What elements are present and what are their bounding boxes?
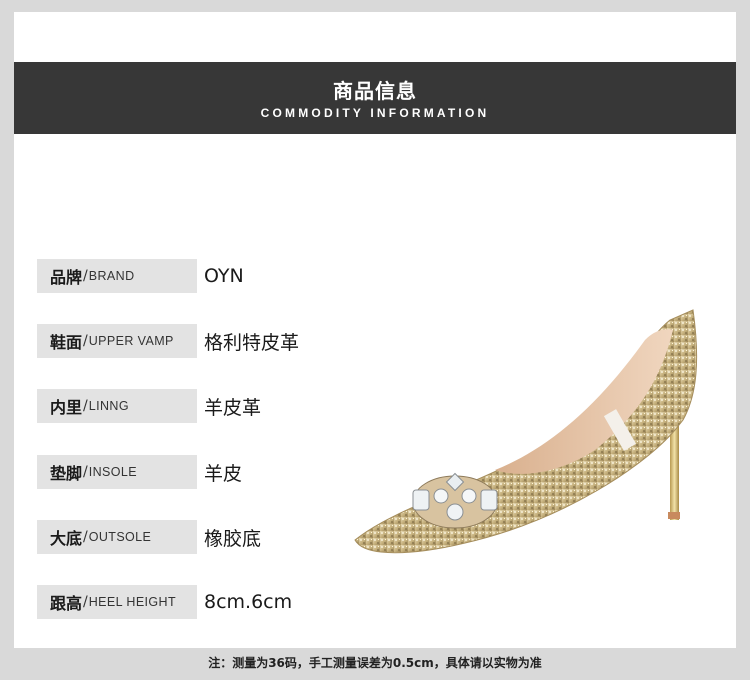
banner-title: 商品信息 xyxy=(333,79,417,103)
spec-label-en: INSOLE xyxy=(88,465,137,479)
spec-value: OYN xyxy=(204,265,244,287)
product-shoe-image xyxy=(354,309,698,554)
measurement-footnote: 注：测量为36码，手工测量误差为0.5cm，具体请以实物为准 xyxy=(208,656,542,670)
spec-label-en: OUTSOLE xyxy=(88,530,152,544)
spec-label-zh: 鞋面 xyxy=(50,333,83,352)
spec-row-brand: 品牌 / BRAND OYN xyxy=(37,259,457,293)
spec-label-zh: 品牌 xyxy=(50,268,83,287)
spec-label-zh: 内里 xyxy=(50,398,83,417)
label-separator: / xyxy=(83,594,88,610)
spec-label: 垫脚 / INSOLE xyxy=(37,455,197,489)
commodity-info-banner: 商品信息 COMMODITY INFORMATION xyxy=(14,62,736,134)
label-separator: / xyxy=(83,464,88,480)
spec-value: 8cm.6cm xyxy=(204,591,293,613)
label-separator: / xyxy=(83,333,88,349)
spec-value: 羊皮 xyxy=(204,462,243,485)
spec-label-en: UPPER VAMP xyxy=(88,334,174,348)
spec-label: 内里 / LINNG xyxy=(37,389,197,423)
spec-label: 鞋面 / UPPER VAMP xyxy=(37,324,197,358)
label-separator: / xyxy=(83,398,88,414)
spec-value: 橡胶底 xyxy=(204,527,262,550)
spec-label: 大底 / OUTSOLE xyxy=(37,520,197,554)
banner-subtitle: COMMODITY INFORMATION xyxy=(260,106,490,120)
spec-value: 格利特皮革 xyxy=(204,331,300,354)
spec-label-en: LINNG xyxy=(88,399,129,413)
spec-label-zh: 大底 xyxy=(50,529,83,548)
label-separator: / xyxy=(83,529,88,545)
spec-label-en: HEEL HEIGHT xyxy=(88,595,177,609)
spec-label: 品牌 / BRAND xyxy=(37,259,197,293)
spec-label: 跟高 / HEEL HEIGHT xyxy=(37,585,197,619)
spec-value: 羊皮革 xyxy=(204,396,262,419)
spec-row-heel-height: 跟高 / HEEL HEIGHT 8cm.6cm xyxy=(37,585,457,619)
spec-label-zh: 垫脚 xyxy=(50,464,83,483)
spec-label-zh: 跟高 xyxy=(50,594,83,613)
spec-label-en: BRAND xyxy=(88,269,135,283)
label-separator: / xyxy=(83,268,88,284)
